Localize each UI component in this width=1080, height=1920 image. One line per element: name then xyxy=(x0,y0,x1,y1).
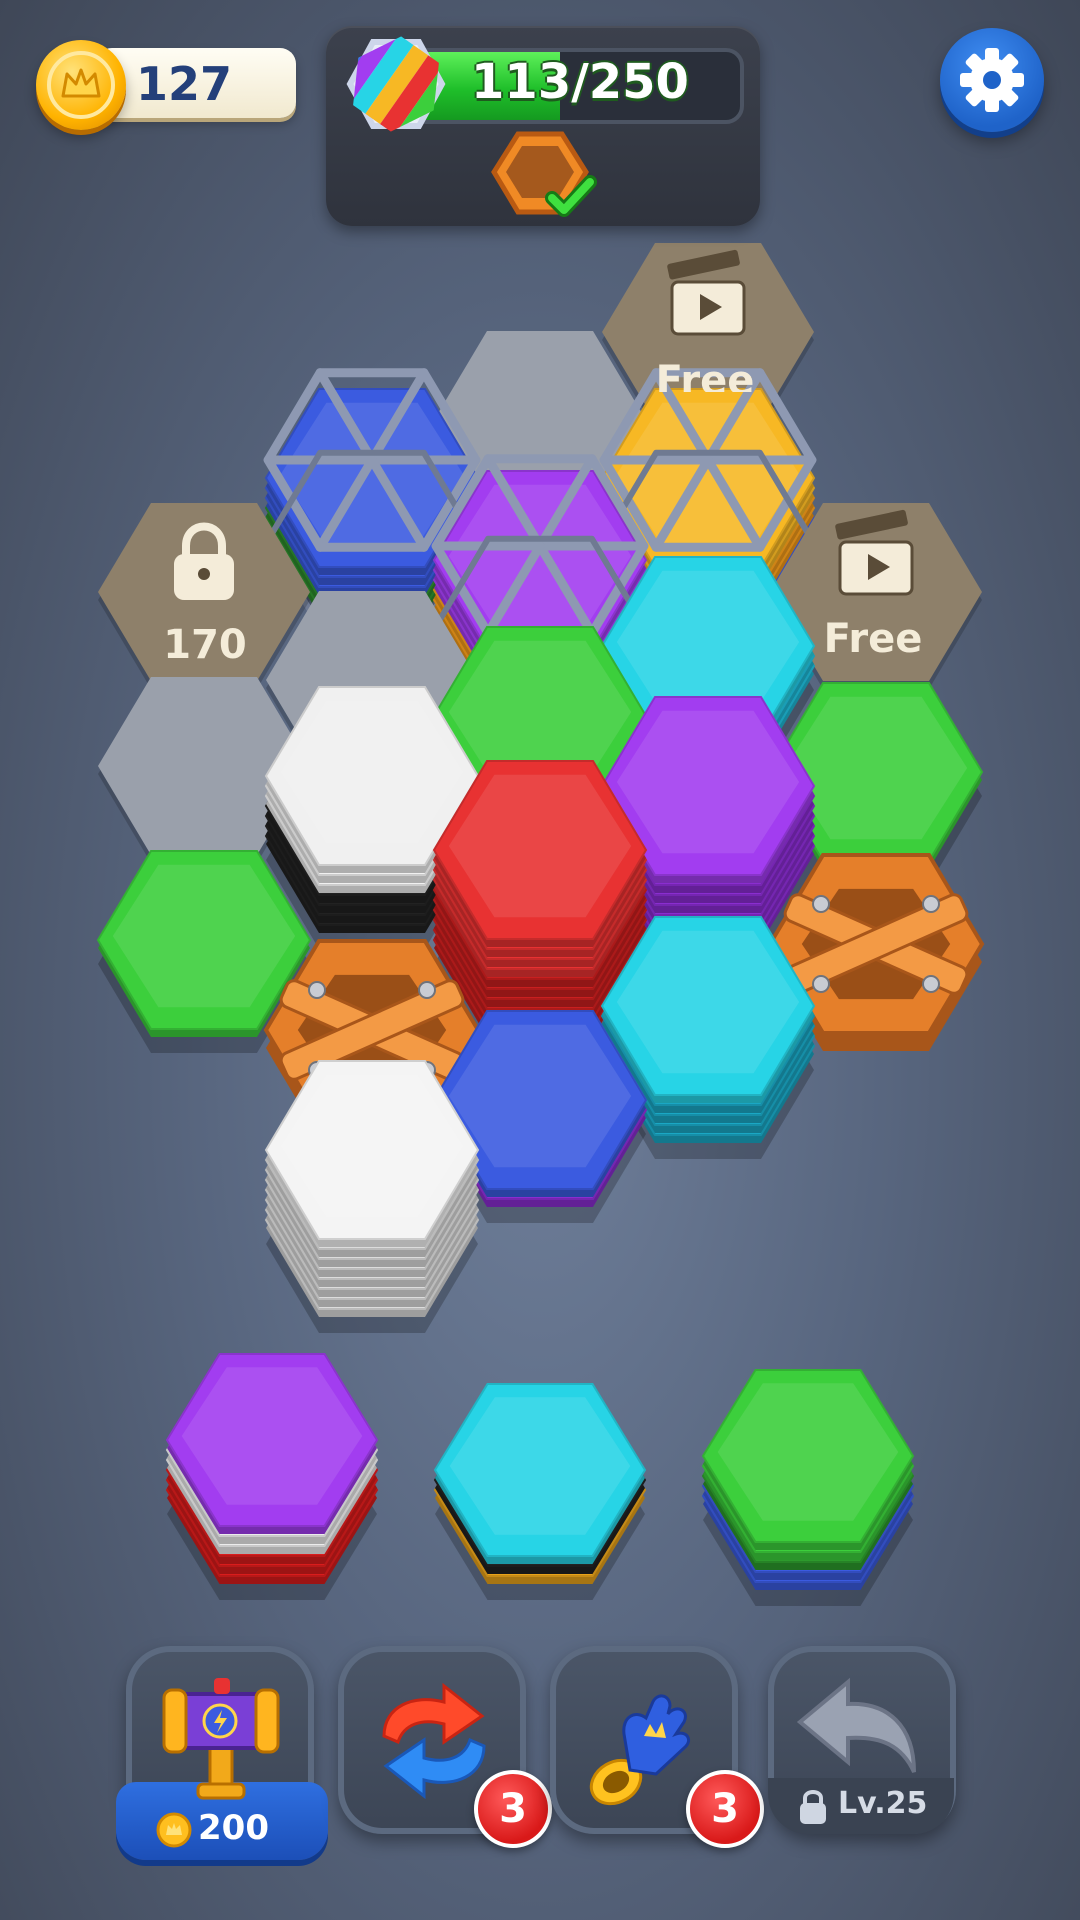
tray-stack-2[interactable] xyxy=(433,1383,647,1600)
wooden-crate-hex-check-icon xyxy=(490,128,600,224)
clapperboard-icon xyxy=(835,509,914,596)
hammer-cost: 200 xyxy=(198,1808,269,1848)
stack-white-tall[interactable] xyxy=(264,1060,480,1333)
crate-bolt xyxy=(812,975,830,993)
crate-bolt xyxy=(308,981,326,999)
coin-count: 127 xyxy=(136,57,233,111)
settings-button[interactable] xyxy=(940,28,1044,132)
crate-bolt xyxy=(418,981,436,999)
undo-arrow-icon xyxy=(796,1676,926,1776)
free-tile-label-top: Free xyxy=(655,358,755,392)
crate-bolt xyxy=(922,975,940,993)
padlock-icon xyxy=(796,1786,830,1826)
hammer-icon xyxy=(158,1672,288,1802)
glove-count-badge: 3 xyxy=(686,1770,764,1848)
progress-text: 113/250 xyxy=(471,54,689,110)
crown-coin-icon xyxy=(156,1812,192,1848)
crown-coin-icon xyxy=(36,40,126,130)
tray-stack-3[interactable] xyxy=(701,1369,915,1606)
clapperboard-icon xyxy=(667,249,746,336)
crate-bolt xyxy=(812,895,830,913)
locked-tile-cost: 170 xyxy=(163,622,247,668)
gear-icon xyxy=(960,48,1024,112)
coin-counter: 127 xyxy=(36,40,296,130)
game-board[interactable] xyxy=(0,0,1080,1920)
undo-lock-level: Lv.25 xyxy=(838,1786,928,1821)
shuffle-count-badge: 3 xyxy=(474,1770,552,1848)
tray-stack-1[interactable] xyxy=(165,1353,379,1600)
crate-bolt xyxy=(922,895,940,913)
free-tile-label-right: Free xyxy=(823,616,923,662)
